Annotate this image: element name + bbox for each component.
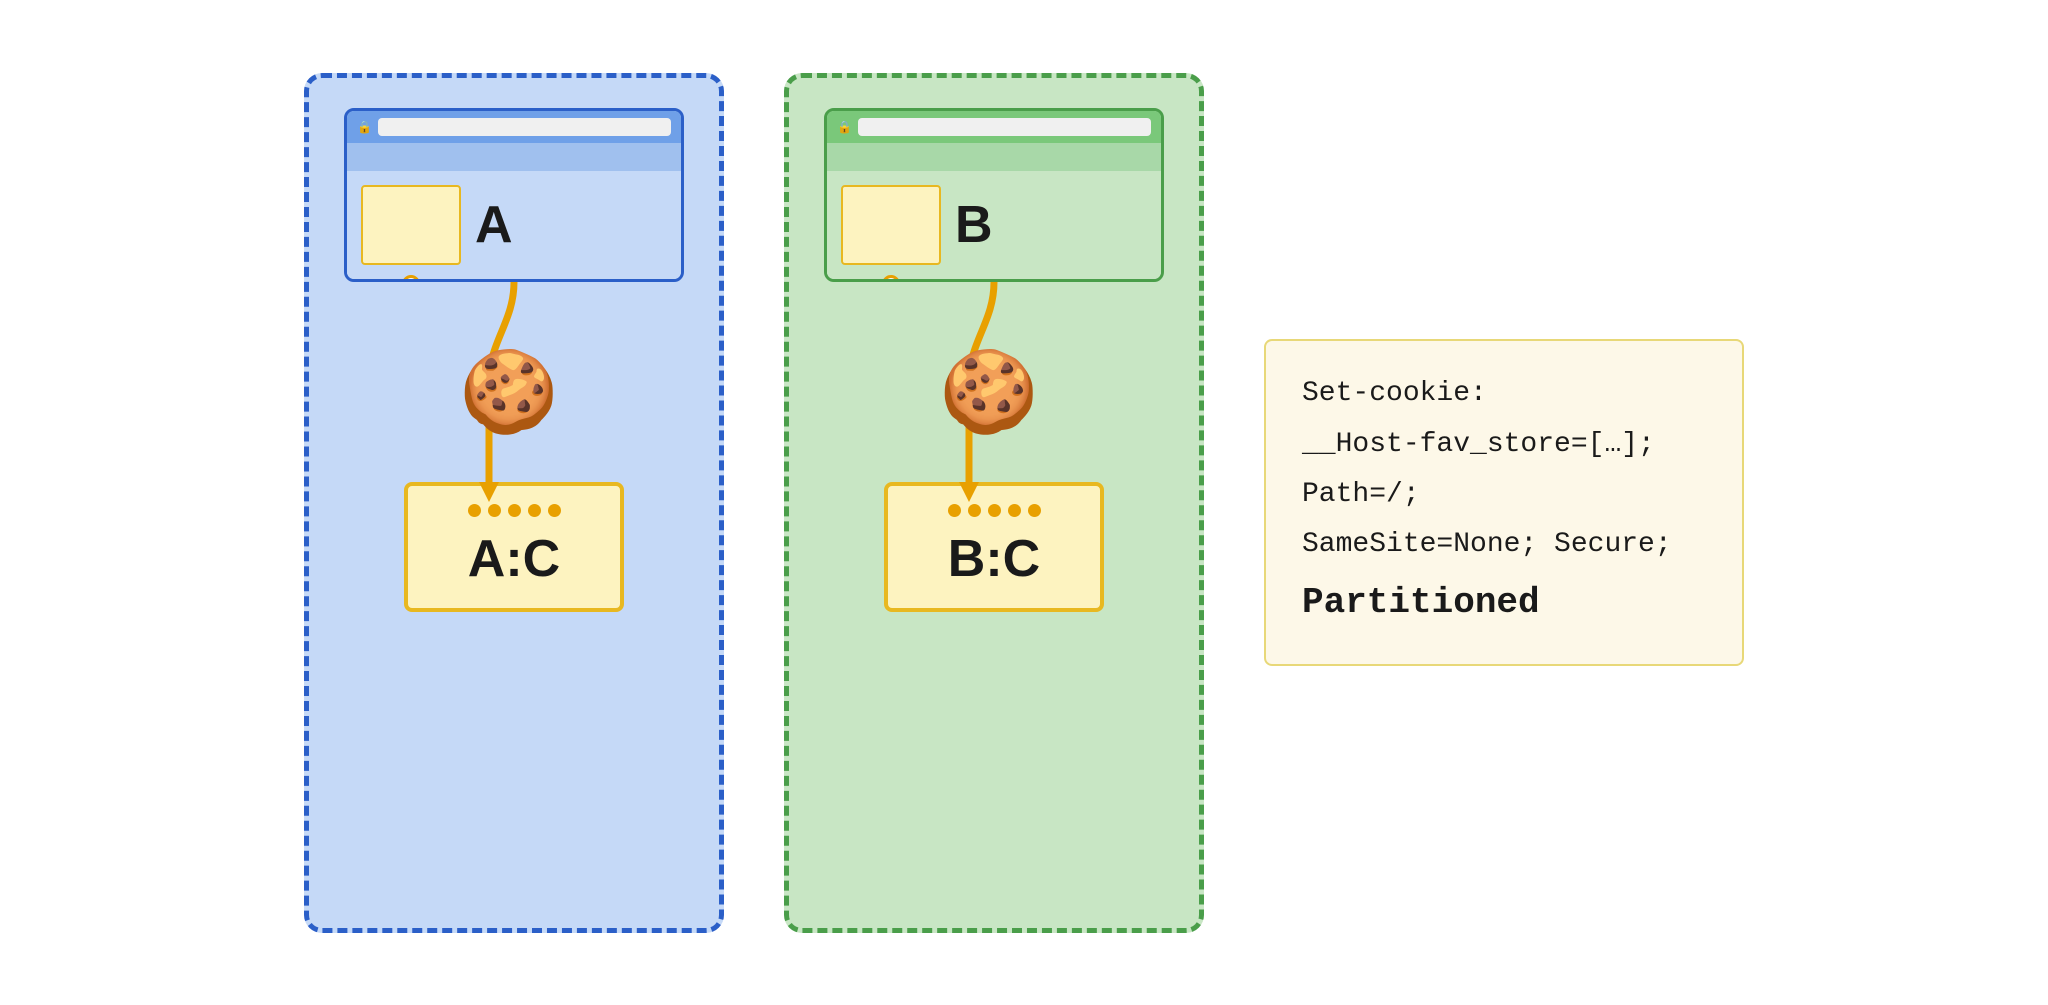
code-line-partitioned: Partitioned (1302, 571, 1706, 636)
iframe-connector-b (882, 275, 900, 282)
cookie-a: 🍪 (459, 352, 559, 432)
lock-icon-b: 🔒 (837, 120, 852, 134)
partition-b: 🔒 B 🍪 (784, 73, 1204, 933)
site-label-a: A (475, 195, 513, 255)
code-line-4: SameSite=None; Secure; (1302, 520, 1706, 570)
tab-bar-a (347, 143, 681, 171)
iframe-b (841, 185, 941, 265)
code-line-2: __Host-fav_store=[…]; (1302, 420, 1706, 470)
cookie-b: 🍪 (939, 352, 1039, 432)
browser-content-b: B (827, 171, 1161, 279)
site-label-b: B (955, 195, 993, 255)
browser-toolbar-b: 🔒 (827, 111, 1161, 143)
code-line-3: Path=/; (1302, 470, 1706, 520)
url-bar-b (858, 118, 1151, 136)
url-bar-a (378, 118, 671, 136)
partition-a: 🔒 A 🍪 (304, 73, 724, 933)
browser-window-b: 🔒 B (824, 108, 1164, 282)
code-line-1: Set-cookie: (1302, 369, 1706, 419)
arrow-cookie-b: 🍪 (819, 282, 1169, 432)
iframe-a (361, 185, 461, 265)
arrow-cookie-a: 🍪 (339, 282, 689, 432)
browser-window-a: 🔒 A (344, 108, 684, 282)
browser-content-a: A (347, 171, 681, 279)
main-scene: 🔒 A 🍪 (264, 33, 1784, 973)
code-box: Set-cookie: __Host-fav_store=[…]; Path=/… (1264, 339, 1744, 665)
lock-icon-a: 🔒 (357, 120, 372, 134)
iframe-connector-a (402, 275, 420, 282)
tab-bar-b (827, 143, 1161, 171)
browser-toolbar-a: 🔒 (347, 111, 681, 143)
